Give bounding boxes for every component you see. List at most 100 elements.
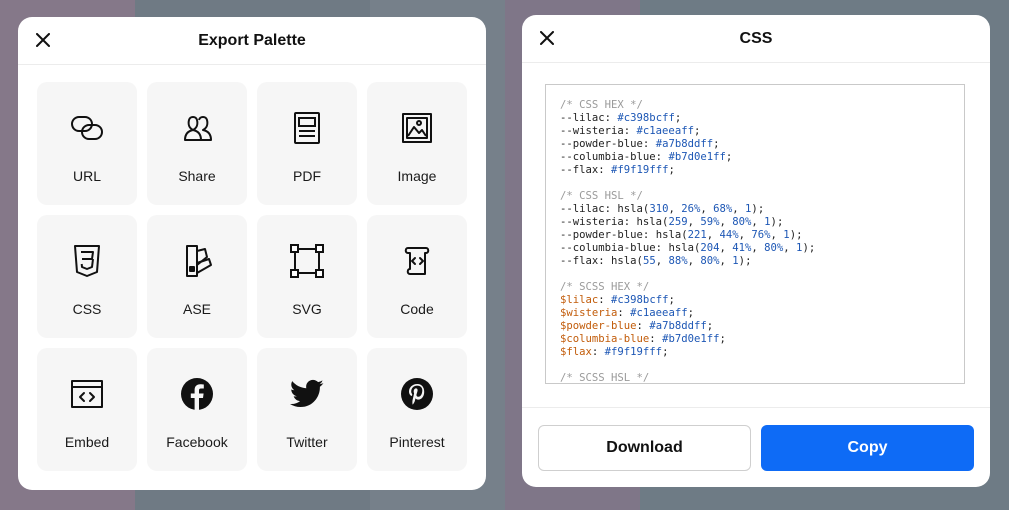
code-punct: ; <box>706 320 714 332</box>
code-punct: : <box>649 333 663 345</box>
css-dialog-header: CSS <box>522 15 990 63</box>
code-scroll-icon <box>399 243 435 279</box>
css3-icon <box>69 243 105 279</box>
code-comment: /* SCSS HEX */ <box>560 281 650 293</box>
code-punct: ; <box>719 333 726 345</box>
pinterest-icon <box>399 376 435 412</box>
export-option-pdf[interactable]: PDF <box>257 82 357 205</box>
code-punct: , <box>751 216 765 228</box>
code-variable: --columbia-blue <box>560 151 656 163</box>
code-func: hsla( <box>655 229 688 241</box>
code-punct: : <box>604 112 618 124</box>
code-punct: : <box>598 294 612 306</box>
css-code-textarea[interactable]: /* CSS HEX */ --lilac: #c398bcff; --wist… <box>545 84 965 384</box>
export-option-ase[interactable]: ASE <box>147 215 247 338</box>
code-number: 59% <box>700 216 720 228</box>
code-variable: $powder-blue <box>560 320 637 332</box>
code-punct: : <box>642 138 656 150</box>
code-line: --powder-blue: hsla(221, 44%, 76%, 1); <box>560 229 802 241</box>
code-number: 204 <box>700 242 720 254</box>
code-punct: ; <box>713 138 720 150</box>
export-option-share[interactable]: Share <box>147 82 247 205</box>
code-line: --powder-blue: #a7b8ddff; <box>560 138 719 150</box>
code-value: #f9f19fff <box>611 164 669 176</box>
code-number: 80% <box>764 242 784 254</box>
code-variable: $wisteria <box>560 307 618 319</box>
code-punct: ; <box>745 255 752 267</box>
code-number: 259 <box>668 216 688 228</box>
facebook-icon <box>179 376 215 412</box>
code-punct: , <box>655 255 669 267</box>
code-line: $columbia-blue: #b7d0e1ff; <box>560 333 726 345</box>
tile-label: ASE <box>182 301 211 317</box>
code-punct: : <box>598 164 612 176</box>
code-value: #c398bcff <box>611 294 669 306</box>
code-line: --columbia-blue: hsla(204, 41%, 80%, 1); <box>560 242 815 254</box>
link-icon <box>69 110 105 146</box>
twitter-icon <box>289 376 325 412</box>
export-option-facebook[interactable]: Facebook <box>147 348 247 471</box>
code-punct: : <box>604 203 618 215</box>
code-punct: : <box>617 307 631 319</box>
code-line: --lilac: hsla(310, 26%, 68%, 1); <box>560 203 764 215</box>
export-option-code[interactable]: Code <box>367 215 467 338</box>
export-option-pinterest[interactable]: Pinterest <box>367 348 467 471</box>
export-option-twitter[interactable]: Twitter <box>257 348 357 471</box>
code-line: $wisteria: #c1aeeaff; <box>560 307 694 319</box>
code-punct: , <box>700 203 714 215</box>
code-value: #b7d0e1ff <box>668 151 726 163</box>
code-variable: --wisteria <box>560 125 624 137</box>
code-variable: --powder-blue <box>560 229 643 241</box>
code-punct: , <box>783 242 797 254</box>
export-option-url[interactable]: URL <box>37 82 137 205</box>
tile-label: Code <box>400 301 434 317</box>
code-number: 88% <box>668 255 688 267</box>
code-punct: , <box>687 216 701 228</box>
code-func: hsla( <box>611 255 643 267</box>
code-number: 80% <box>700 255 720 267</box>
export-palette-dialog: Export Palette URL Share PDF Image CSS A… <box>18 17 486 490</box>
tile-label: Image <box>397 168 437 184</box>
code-punct: , <box>751 242 765 254</box>
code-line: $powder-blue: #a7b8ddff; <box>560 320 713 332</box>
export-option-embed[interactable]: Embed <box>37 348 137 471</box>
code-punct: ; <box>725 151 733 163</box>
code-punct: ; <box>662 346 669 358</box>
pdf-icon <box>289 110 325 146</box>
vector-icon <box>289 243 325 279</box>
code-punct: ; <box>776 216 784 228</box>
code-func: hsla( <box>636 216 669 228</box>
tile-label: PDF <box>293 168 321 184</box>
code-punct: ; <box>693 125 701 137</box>
close-export-button[interactable] <box>32 29 54 51</box>
code-comment: /* CSS HEX */ <box>560 99 643 111</box>
close-css-button[interactable] <box>536 27 558 49</box>
export-palette-header: Export Palette <box>18 17 486 65</box>
code-line: --wisteria: #c1aeeaff; <box>560 125 700 137</box>
download-button[interactable]: Download <box>538 425 751 471</box>
code-variable: --lilac <box>560 203 605 215</box>
code-line: --wisteria: hsla(259, 59%, 80%, 1); <box>560 216 783 228</box>
code-number: 55 <box>642 255 656 267</box>
export-option-css[interactable]: CSS <box>37 215 137 338</box>
code-number: 221 <box>687 229 707 241</box>
code-line: --flax: #f9f19fff; <box>560 164 675 176</box>
export-option-svg[interactable]: SVG <box>257 215 357 338</box>
code-number: 41% <box>732 242 752 254</box>
copy-button[interactable]: Copy <box>761 425 974 471</box>
code-value: #c398bcff <box>617 112 675 124</box>
code-punct: : <box>655 151 669 163</box>
css-dialog-footer: Download Copy <box>522 407 990 487</box>
code-punct: : <box>623 216 637 228</box>
export-option-image[interactable]: Image <box>367 82 467 205</box>
code-variable: --flax <box>560 255 599 267</box>
tile-label: CSS <box>72 301 102 317</box>
tile-label: Facebook <box>166 434 228 450</box>
code-variable: --flax <box>560 164 599 176</box>
close-icon <box>36 33 50 47</box>
tile-label: URL <box>72 168 101 184</box>
code-punct: : <box>642 229 656 241</box>
code-func: hsla( <box>668 242 701 254</box>
code-variable: --columbia-blue <box>560 242 656 254</box>
code-punct: , <box>706 229 720 241</box>
